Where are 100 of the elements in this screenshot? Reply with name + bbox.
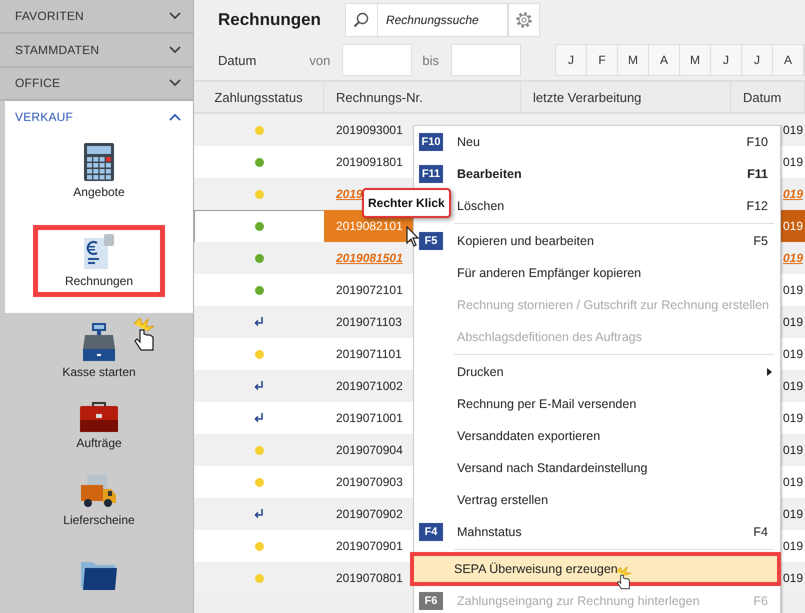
cash-register-icon xyxy=(82,322,116,360)
column-header[interactable]: letzte Verarbeitung xyxy=(521,82,731,112)
from-label: von xyxy=(309,52,330,68)
shortcut-label: F4 xyxy=(753,525,768,539)
date-cell: 019 xyxy=(782,155,803,169)
menu-item[interactable]: Versand nach Standardeinstellung xyxy=(414,452,780,484)
menu-item[interactable]: Rechnung per E-Mail versenden xyxy=(414,388,780,420)
nav-item[interactable]: Angebote xyxy=(5,133,193,208)
month-button[interactable]: J xyxy=(711,45,742,75)
date-cell: 019 xyxy=(782,571,803,585)
invoice-number-cell: 2019093001 xyxy=(336,123,403,137)
chevron-down-icon xyxy=(169,12,181,20)
nav-item[interactable]: Rechnungen xyxy=(5,208,193,313)
folder-icon xyxy=(81,562,117,590)
menu-item[interactable]: Vertrag erstellen xyxy=(414,484,780,516)
key-badge: F4 xyxy=(419,523,443,541)
chevron-up-icon xyxy=(169,113,181,122)
nav-item[interactable]: Lieferscheine xyxy=(5,463,193,538)
invoice-number-cell: 2019070801 xyxy=(336,571,403,585)
nav-item-label: Kasse starten xyxy=(62,364,136,378)
sidebar-section-header[interactable]: VERKAUF xyxy=(5,101,193,133)
date-cell: 019 xyxy=(782,443,803,457)
menu-item[interactable]: Für anderen Empfänger kopieren xyxy=(414,257,780,289)
key-badge: F11 xyxy=(419,165,443,183)
invoice-number-cell: 2019081501 xyxy=(336,251,403,265)
month-button[interactable]: M xyxy=(680,45,711,75)
date-label: Datum xyxy=(218,52,258,68)
to-label: bis xyxy=(422,52,439,68)
nav-item[interactable]: Kasse starten xyxy=(5,313,193,388)
date-cell: 019 xyxy=(782,315,803,329)
nav-item-label: Rechnungen xyxy=(64,274,134,288)
return-arrow-icon xyxy=(254,413,264,423)
date-cell: 019 xyxy=(782,347,803,361)
shortcut-label: F6 xyxy=(753,594,768,608)
date-cell: 019 xyxy=(782,379,803,393)
date-cell: 019 xyxy=(782,507,803,521)
sidebar-section-header[interactable]: OFFICE xyxy=(0,68,193,102)
shortcut-label: F11 xyxy=(747,167,768,181)
key-badge: F10 xyxy=(419,133,443,151)
month-button[interactable]: A xyxy=(649,45,680,75)
briefcase-icon xyxy=(80,402,118,432)
menu-item[interactable]: Drucken xyxy=(414,356,780,388)
invoice-number-cell: 2019070904 xyxy=(336,443,403,457)
return-arrow-icon xyxy=(254,381,264,391)
menu-item[interactable]: Versanddaten exportieren xyxy=(414,420,780,452)
date-cell: 019 xyxy=(782,219,803,233)
callout-tooltip: Rechter Klick xyxy=(362,188,451,218)
month-button[interactable]: F xyxy=(587,45,618,75)
invoice-number-cell: 2019070903 xyxy=(336,475,403,489)
menu-item[interactable]: SEPA Überweisung erzeugen xyxy=(411,553,780,585)
invoice-number-cell: 2019091801 xyxy=(336,155,403,169)
nav-item[interactable]: Aufträge xyxy=(5,388,193,463)
sidebar-section-header[interactable]: STAMMDATEN xyxy=(0,34,193,68)
return-arrow-icon xyxy=(254,317,264,327)
menu-item[interactable]: F11 Bearbeiten F11 xyxy=(414,158,780,190)
key-badge: F5 xyxy=(419,232,443,250)
settings-button[interactable] xyxy=(508,3,540,37)
page-title: Rechnungen xyxy=(218,10,321,30)
nav-item-label: Aufträge xyxy=(76,436,122,450)
invoice-number-cell: 2019070902 xyxy=(336,507,403,521)
chevron-down-icon xyxy=(169,79,181,88)
menu-item[interactable]: F4 Mahnstatus F4 xyxy=(414,516,780,548)
return-arrow-icon xyxy=(254,509,264,519)
shortcut-label: F10 xyxy=(746,135,768,149)
month-button[interactable]: J xyxy=(556,45,587,75)
invoice-number-cell: 2019071101 xyxy=(336,347,402,361)
key-badge: F6 xyxy=(419,592,443,610)
from-date-field[interactable] xyxy=(342,44,412,76)
invoice-number-cell: 2019071001 xyxy=(336,411,403,425)
column-header[interactable]: Datum xyxy=(731,82,805,112)
column-header[interactable]: Zahlungsstatus xyxy=(194,82,324,112)
date-cell: 019 xyxy=(782,251,803,265)
invoice-icon xyxy=(82,234,116,270)
search-button[interactable] xyxy=(344,3,378,37)
invoice-number-cell: 2019071103 xyxy=(336,315,402,329)
invoice-number-cell: 2019070901 xyxy=(336,539,403,553)
settings-icon xyxy=(514,11,533,29)
invoice-number-cell: 2019071002 xyxy=(336,379,403,393)
to-date-field[interactable] xyxy=(451,44,521,76)
date-cell: 019 xyxy=(782,187,803,201)
column-header[interactable]: Rechnungs-Nr. xyxy=(324,82,521,112)
shortcut-label: F12 xyxy=(746,199,768,213)
search-field[interactable]: Rechnungssuche xyxy=(378,3,508,37)
date-cell: 019 xyxy=(782,123,803,137)
chevron-down-icon xyxy=(169,46,181,54)
month-button[interactable]: J xyxy=(742,45,773,75)
month-button[interactable]: M xyxy=(618,45,649,75)
search-icon xyxy=(353,12,370,28)
invoice-number-cell: 2019082101 xyxy=(336,219,403,233)
menu-item[interactable]: F10 Neu F10 xyxy=(414,126,780,158)
date-cell: 019 xyxy=(782,283,803,297)
nav-item-label: Lieferscheine xyxy=(63,512,135,526)
truck-icon xyxy=(80,474,117,508)
sidebar-section-header[interactable]: FAVORITEN xyxy=(0,0,193,34)
date-cell: 019 xyxy=(782,411,803,425)
shortcut-label: F5 xyxy=(753,234,768,248)
date-cell: 019 xyxy=(782,539,803,553)
month-button[interactable]: A xyxy=(773,45,804,75)
invoice-number-cell: 2019072101 xyxy=(336,283,403,297)
date-cell: 019 xyxy=(782,475,803,489)
